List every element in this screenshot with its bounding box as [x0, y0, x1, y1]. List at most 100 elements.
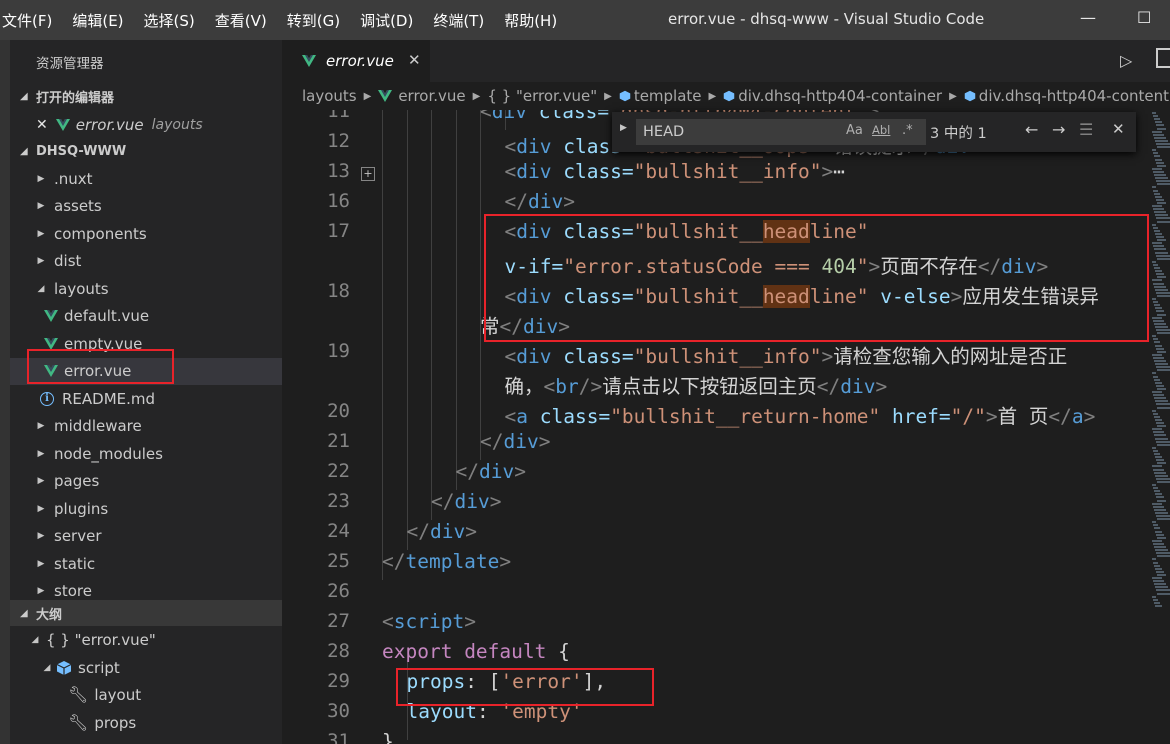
tree-item[interactable]: default.vue — [10, 303, 282, 330]
minimap-line — [1152, 316, 1162, 319]
breadcrumb-item[interactable]: error.vue — [398, 87, 465, 105]
minimap-line — [1153, 226, 1158, 229]
tree-item[interactable]: ▶ node_modules — [10, 440, 282, 467]
minimap-line — [1152, 409, 1156, 412]
minimap-line — [1156, 347, 1164, 350]
whole-word-icon[interactable]: Abl — [872, 123, 890, 137]
code-token: { — [546, 640, 570, 663]
code-token: </ — [431, 490, 455, 513]
minimap[interactable] — [1152, 110, 1170, 744]
regex-icon[interactable]: .* — [902, 123, 913, 138]
wrench-icon: 🔧︎ — [68, 713, 89, 732]
outline-item-layout[interactable]: 🔧︎ layout — [10, 681, 282, 708]
next-match-icon[interactable]: → — [1052, 120, 1065, 139]
minimap-line — [1152, 372, 1156, 375]
module-icon — [619, 90, 631, 102]
outline-root[interactable]: ◢ { } "error.vue" — [10, 626, 282, 653]
minimap-line — [1154, 304, 1160, 307]
code-token: "bullshit__return-home" — [610, 405, 881, 428]
minimap-line — [1154, 378, 1160, 381]
tree-item[interactable]: ▶ static — [10, 550, 282, 577]
code-token: class= — [551, 345, 634, 368]
tree-item-label: store — [54, 582, 92, 600]
tab-error-vue[interactable]: error.vue ✕ — [282, 40, 430, 82]
breadcrumb-item[interactable]: div.dhsq-http404-content — [979, 87, 1169, 105]
chevron-down-icon: ◢ — [20, 90, 28, 102]
chevron-right-icon: ▶ — [37, 503, 45, 514]
maximize-button[interactable]: ☐ — [1137, 8, 1151, 27]
outline-item-props[interactable]: 🔧︎ props — [10, 709, 282, 736]
close-icon[interactable]: ✕ — [408, 51, 421, 69]
open-editors-label: 打开的编辑器 — [36, 90, 115, 106]
chevron-right-icon: ▶ — [708, 90, 717, 102]
find-in-selection-icon[interactable]: ☰ — [1079, 120, 1093, 139]
line-number: 28 — [327, 640, 350, 662]
minimap-line — [1152, 446, 1156, 449]
match-case-icon[interactable]: Aa — [846, 123, 863, 138]
minimap-line — [1157, 276, 1166, 279]
tree-item[interactable]: ▶ pages — [10, 468, 282, 495]
menu-view[interactable]: 查看(V) — [215, 10, 267, 31]
minimap-line — [1157, 332, 1170, 335]
minimap-line — [1154, 229, 1160, 232]
project-header[interactable]: ◢ DHSQ-WWW — [10, 138, 282, 164]
minimap-line — [1157, 480, 1170, 483]
line-number: 21 — [327, 430, 350, 452]
code-token: template — [405, 550, 500, 573]
tree-item[interactable]: ▶ plugins — [10, 495, 282, 522]
menu-terminal[interactable]: 终端(T) — [433, 10, 484, 31]
tree-item[interactable]: ▶ middleware — [10, 413, 282, 440]
minimap-line — [1156, 198, 1164, 201]
minimap-line — [1152, 223, 1156, 226]
minimap-line — [1152, 577, 1162, 579]
minimap-line — [1154, 490, 1160, 493]
minimap-line — [1156, 515, 1170, 517]
breadcrumb-item[interactable]: template — [634, 87, 702, 105]
tree-item[interactable]: ▶ server — [10, 523, 282, 550]
code-editor[interactable]: 11<div class="dhsq-http404-content">12<d… — [282, 110, 1152, 744]
close-icon[interactable]: ✕ — [1112, 120, 1125, 138]
outline-root-label: { } "error.vue" — [46, 630, 156, 649]
breadcrumb-item[interactable]: layouts — [302, 87, 357, 105]
tree-item[interactable]: i README.md — [10, 385, 282, 412]
breadcrumb-item[interactable]: div.dhsq-http404-container — [738, 87, 942, 105]
code-token: < — [504, 345, 517, 368]
tree-item[interactable]: ▶ dist — [10, 248, 282, 275]
previous-match-icon[interactable]: ← — [1025, 120, 1038, 139]
split-editor-icon[interactable] — [1156, 48, 1170, 68]
module-icon — [56, 660, 72, 675]
tree-item[interactable]: ▶ assets — [10, 193, 282, 220]
outline-script[interactable]: ◢ script — [10, 654, 282, 681]
code-token: "bullshit__info" — [633, 160, 822, 183]
menu-go[interactable]: 转到(G) — [287, 10, 340, 31]
title-bar: 文件(F) 编辑(E) 选择(S) 查看(V) 转到(G) 调试(D) 终端(T… — [0, 0, 1170, 40]
minimap-line — [1153, 133, 1164, 136]
menu-file[interactable]: 文件(F) — [2, 10, 52, 31]
open-editor-item[interactable]: ✕ error.vue layouts — [10, 111, 282, 138]
menu-debug[interactable]: 调试(D) — [360, 10, 413, 31]
code-token: div — [454, 490, 490, 513]
minimap-line — [1154, 527, 1160, 530]
line-number: 12 — [327, 130, 350, 152]
minimap-line — [1156, 422, 1164, 424]
minimap-line — [1154, 415, 1160, 418]
expand-icon[interactable]: + — [361, 167, 375, 181]
close-icon[interactable]: ✕ — [36, 117, 48, 133]
tree-item[interactable]: ◢ layouts — [10, 275, 282, 302]
code-token: > — [821, 160, 834, 183]
breadcrumb-item[interactable]: { } "error.vue" — [487, 87, 597, 105]
minimap-line — [1157, 425, 1166, 428]
menu-selection[interactable]: 选择(S) — [144, 10, 195, 31]
minimize-button[interactable]: — — [1080, 8, 1096, 27]
toggle-replace-icon[interactable]: ▶ — [620, 123, 627, 133]
open-editors-header[interactable]: ◢ 打开的编辑器 — [10, 83, 282, 109]
menu-help[interactable]: 帮助(H) — [504, 10, 557, 31]
tree-item[interactable]: ▶ .nuxt — [10, 165, 282, 192]
run-icon[interactable]: ▷ — [1120, 51, 1132, 70]
minimap-line — [1155, 177, 1168, 180]
outline-header[interactable]: ◢ 大纲 — [10, 600, 282, 626]
minimap-line — [1153, 505, 1164, 508]
tree-item-label: plugins — [54, 499, 109, 518]
menu-edit[interactable]: 编辑(E) — [72, 10, 123, 31]
tree-item[interactable]: ▶ components — [10, 220, 282, 247]
